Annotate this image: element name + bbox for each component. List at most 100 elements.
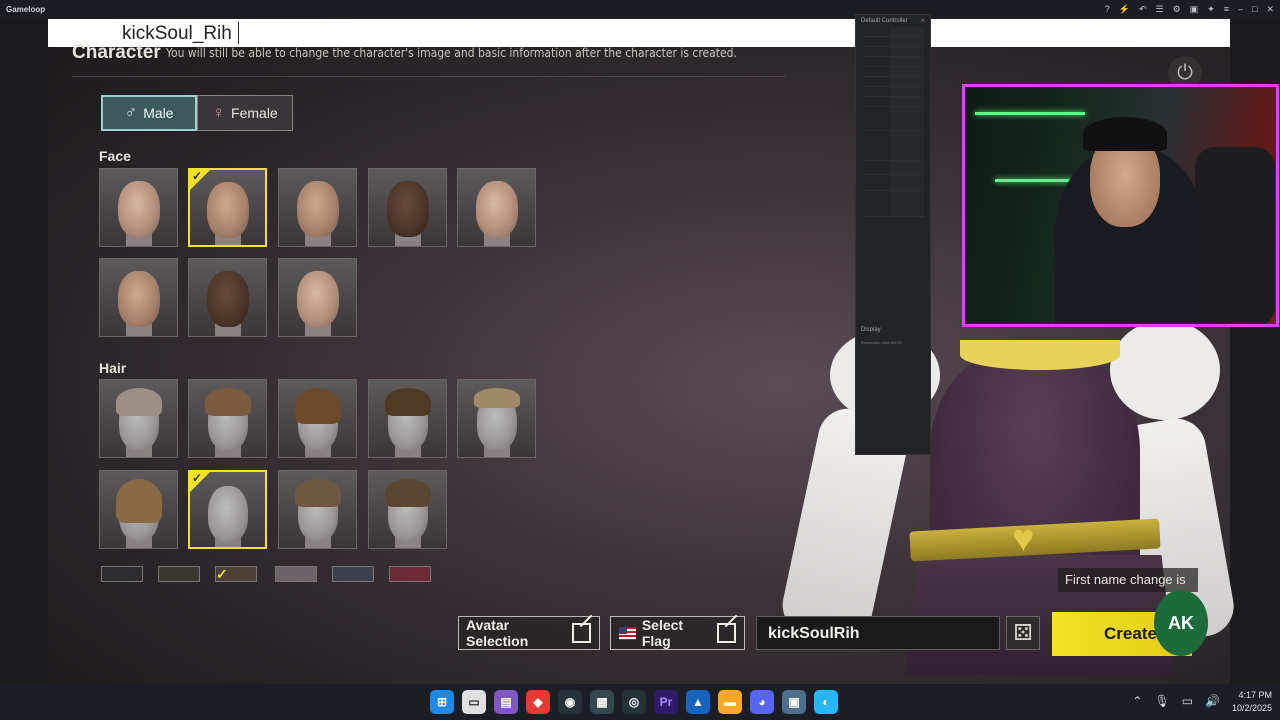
clock[interactable]: 4:17 PM 10/2/2025 [1232,689,1272,715]
folder-icon[interactable]: ▬ [718,690,742,714]
face-portrait [206,182,249,238]
gameloop-icon[interactable]: ◐ [814,690,838,714]
window-controls: ? ⚡ ↶ ☰ ⚙ ▣ ✦ ≡ – □ ✕ [1105,2,1274,16]
hair-shape [294,388,341,424]
hair-option-selected[interactable] [188,470,267,549]
hair-option[interactable] [368,470,447,549]
page-subtitle: You will still be able to change the cha… [166,46,737,60]
face-option[interactable] [99,258,178,337]
display-label: Display [861,327,881,333]
controller-row [862,87,924,97]
color-swatch[interactable] [101,566,143,582]
face-option[interactable] [278,168,357,247]
us-flag-icon [619,626,636,640]
sidebar-icon[interactable]: ▣ [1190,2,1199,16]
hair-option[interactable] [278,379,357,458]
title-bar: Gameloop ? ⚡ ↶ ☰ ⚙ ▣ ✦ ≡ – □ ✕ [0,0,1280,18]
color-swatch-selected[interactable]: ✓ [215,566,257,582]
check-icon [190,170,210,190]
steam-icon[interactable]: ◉ [558,690,582,714]
controller-row [862,27,924,37]
hair-option[interactable] [457,379,536,458]
hair-shape [294,479,341,507]
check-icon [190,472,210,492]
male-label: Male [143,105,174,121]
brave-icon[interactable]: ◆ [526,690,550,714]
face-option-selected[interactable] [188,168,267,247]
task-view-icon[interactable]: ▭ [462,690,486,714]
face-option[interactable] [457,168,536,247]
female-label: Female [231,105,278,121]
face-option[interactable] [188,258,267,337]
streamer-cap [1083,117,1167,151]
female-button[interactable]: ♀ Female [197,95,293,131]
controller-row [862,97,924,107]
photos-icon[interactable]: ▲ [686,690,710,714]
hair-option[interactable] [99,379,178,458]
hair-option[interactable] [278,470,357,549]
face-option[interactable] [278,258,357,337]
controller-row [862,191,924,217]
minimize-button[interactable]: – [1238,2,1243,16]
chevron-up-icon[interactable]: ⌃ [1132,694,1142,708]
color-swatch[interactable] [158,566,200,582]
help-icon[interactable]: ? [1105,2,1110,16]
face-portrait [475,181,518,237]
face-portrait [117,271,160,327]
settings-icon[interactable]: ⚙ [1173,2,1181,16]
hair-shape [384,388,431,416]
select-flag-button[interactable]: Select Flag [610,616,745,650]
controller-row [862,57,924,67]
first-name-hint: First name change is [1058,568,1198,592]
text-caret [238,22,239,44]
avatar-selection-label: Avatar Selection [466,617,529,649]
obs-icon[interactable]: ◎ [622,690,646,714]
widgets-icon[interactable]: ▤ [494,690,518,714]
game-icon[interactable]: ▣ [782,690,806,714]
hair-option[interactable] [99,470,178,549]
resolution-label: Resolution Ultra HD 2K [861,340,903,345]
character-shoulder-right [1110,320,1220,420]
face-portrait [206,271,249,327]
neon-light [975,112,1085,115]
divider [72,76,786,77]
name-overlay[interactable]: kickSoul_Rih [48,19,1230,47]
maximize-button[interactable]: □ [1252,2,1257,16]
clock-date: 10/2/2025 [1231,703,1272,713]
hair-shape [473,388,520,408]
premiere-icon[interactable]: Pr [654,690,678,714]
character-name-input[interactable]: kickSoulRih [756,616,1000,650]
pin-icon[interactable]: ✦ [1207,2,1215,16]
mic-icon[interactable]: 🎙 [1154,694,1169,708]
random-name-dice-icon[interactable]: ⚄ [1006,616,1040,650]
app-name: Gameloop [6,4,46,14]
select-flag-label: Select Flag [641,617,684,649]
face-option[interactable] [99,168,178,247]
boost-icon[interactable]: ⚡ [1119,2,1130,16]
edit-icon [572,623,591,643]
male-button[interactable]: ♂ Male [101,95,197,131]
face-option[interactable] [368,168,447,247]
menu-icon[interactable]: ≡ [1224,2,1229,16]
network-icon[interactable]: ▭ [1182,694,1193,708]
avatar-selection-button[interactable]: Avatar Selection [458,616,600,650]
controller-row [862,67,924,77]
close-button[interactable]: ✕ [1266,2,1274,16]
hair-option[interactable] [188,379,267,458]
color-swatch[interactable] [332,566,374,582]
list-icon[interactable]: ☰ [1156,2,1164,16]
edit-icon [717,623,736,643]
undo-icon[interactable]: ↶ [1139,2,1147,16]
color-swatch[interactable] [389,566,431,582]
gender-toggle: ♂ Male ♀ Female [101,95,293,131]
hair-label: Hair [99,360,127,376]
color-swatch[interactable] [275,566,317,582]
close-icon[interactable]: × [920,16,925,25]
windows-start-icon[interactable]: ⊞ [430,690,454,714]
app-icon[interactable]: ▦ [590,690,614,714]
hair-option[interactable] [368,379,447,458]
discord-icon[interactable]: ◕ [750,690,774,714]
volume-icon[interactable]: 🔊 [1205,694,1220,708]
webcam-overlay [962,84,1279,327]
neon-light [995,179,1075,182]
